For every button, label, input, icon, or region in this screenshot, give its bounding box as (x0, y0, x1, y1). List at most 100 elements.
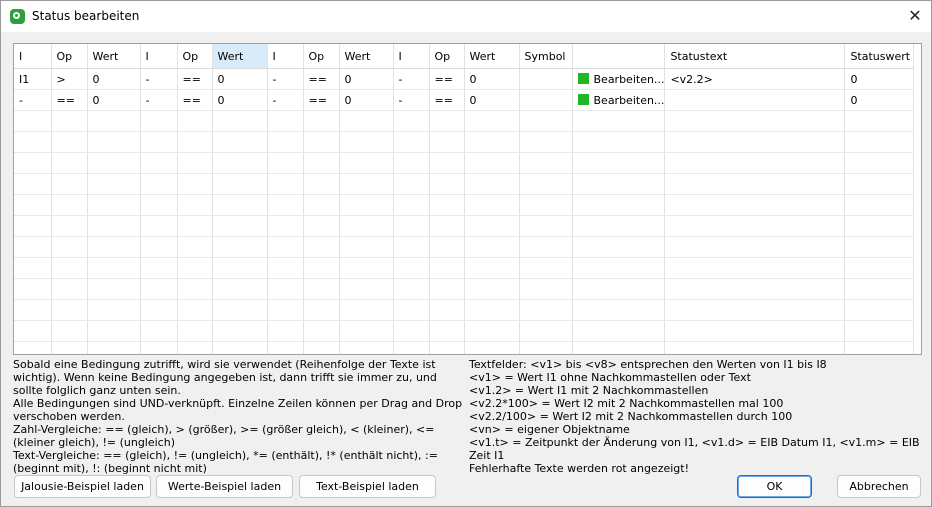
empty-cell[interactable] (140, 278, 178, 300)
empty-cell[interactable] (844, 341, 915, 354)
empty-cell[interactable] (177, 320, 213, 342)
table-cell[interactable]: 0 (464, 89, 520, 111)
empty-cell[interactable] (51, 215, 88, 237)
empty-row[interactable] (14, 173, 915, 195)
empty-cell[interactable] (51, 173, 88, 195)
empty-row[interactable] (14, 110, 915, 132)
empty-cell[interactable] (339, 278, 394, 300)
table-cell[interactable]: <v2.2> (664, 68, 846, 90)
empty-cell[interactable] (212, 278, 268, 300)
empty-cell[interactable] (572, 320, 666, 342)
empty-cell[interactable] (429, 173, 465, 195)
empty-cell[interactable] (519, 278, 573, 300)
empty-row[interactable] (14, 257, 915, 279)
empty-cell[interactable] (572, 257, 666, 279)
table-cell[interactable]: - (393, 89, 430, 111)
empty-row[interactable] (14, 215, 915, 237)
empty-cell[interactable] (572, 341, 666, 354)
empty-cell[interactable] (14, 194, 52, 216)
empty-cell[interactable] (429, 194, 465, 216)
empty-cell[interactable] (87, 131, 141, 153)
empty-cell[interactable] (212, 341, 268, 354)
empty-cell[interactable] (212, 131, 268, 153)
empty-cell[interactable] (844, 131, 915, 153)
empty-cell[interactable] (87, 152, 141, 174)
column-header[interactable]: I (14, 44, 52, 69)
empty-cell[interactable] (339, 236, 394, 258)
empty-cell[interactable] (572, 299, 666, 321)
empty-cell[interactable] (140, 320, 178, 342)
empty-cell[interactable] (572, 278, 666, 300)
empty-cell[interactable] (14, 110, 52, 132)
close-icon[interactable]: ✕ (903, 5, 927, 27)
empty-cell[interactable] (303, 236, 340, 258)
empty-row[interactable] (14, 152, 915, 174)
table-cell[interactable]: 0 (844, 68, 915, 90)
empty-cell[interactable] (51, 257, 88, 279)
table-cell[interactable]: == (429, 89, 465, 111)
empty-cell[interactable] (267, 152, 304, 174)
table-cell[interactable]: == (177, 89, 213, 111)
empty-cell[interactable] (393, 278, 430, 300)
empty-cell[interactable] (664, 320, 846, 342)
empty-cell[interactable] (303, 320, 340, 342)
empty-cell[interactable] (464, 341, 520, 354)
column-header[interactable]: Statuswert (844, 44, 915, 69)
empty-cell[interactable] (51, 299, 88, 321)
empty-cell[interactable] (177, 152, 213, 174)
empty-cell[interactable] (87, 341, 141, 354)
empty-row[interactable] (14, 341, 915, 354)
empty-cell[interactable] (664, 215, 846, 237)
empty-cell[interactable] (393, 236, 430, 258)
empty-cell[interactable] (664, 278, 846, 300)
empty-cell[interactable] (572, 152, 666, 174)
empty-cell[interactable] (464, 320, 520, 342)
column-header[interactable]: Op (429, 44, 465, 69)
empty-cell[interactable] (519, 131, 573, 153)
empty-cell[interactable] (87, 236, 141, 258)
empty-row[interactable] (14, 194, 915, 216)
empty-cell[interactable] (177, 257, 213, 279)
empty-cell[interactable] (51, 341, 88, 354)
empty-cell[interactable] (519, 152, 573, 174)
empty-cell[interactable] (429, 236, 465, 258)
empty-cell[interactable] (140, 110, 178, 132)
empty-cell[interactable] (393, 194, 430, 216)
empty-cell[interactable] (140, 131, 178, 153)
table-cell[interactable] (519, 68, 573, 90)
table-cell[interactable]: 0 (212, 89, 268, 111)
empty-cell[interactable] (87, 173, 141, 195)
empty-cell[interactable] (429, 131, 465, 153)
table-cell[interactable]: == (51, 89, 88, 111)
table-cell[interactable]: 0 (339, 89, 394, 111)
empty-cell[interactable] (267, 110, 304, 132)
empty-cell[interactable] (14, 257, 52, 279)
empty-cell[interactable] (177, 299, 213, 321)
empty-cell[interactable] (303, 194, 340, 216)
empty-cell[interactable] (519, 257, 573, 279)
empty-cell[interactable] (519, 110, 573, 132)
edit-symbol-cell[interactable]: Bearbeiten... (572, 89, 666, 111)
empty-cell[interactable] (267, 131, 304, 153)
empty-cell[interactable] (844, 215, 915, 237)
empty-cell[interactable] (212, 152, 268, 174)
column-header[interactable]: Op (303, 44, 340, 69)
table-cell[interactable]: == (177, 68, 213, 90)
empty-cell[interactable] (429, 215, 465, 237)
empty-cell[interactable] (303, 110, 340, 132)
empty-cell[interactable] (393, 320, 430, 342)
empty-cell[interactable] (339, 341, 394, 354)
empty-cell[interactable] (14, 173, 52, 195)
empty-cell[interactable] (572, 110, 666, 132)
column-header[interactable]: Wert (464, 44, 520, 69)
empty-cell[interactable] (339, 257, 394, 279)
empty-cell[interactable] (339, 173, 394, 195)
empty-cell[interactable] (844, 173, 915, 195)
empty-cell[interactable] (14, 152, 52, 174)
empty-cell[interactable] (303, 299, 340, 321)
empty-cell[interactable] (177, 110, 213, 132)
column-header[interactable]: Op (177, 44, 213, 69)
column-header[interactable] (572, 44, 666, 69)
empty-cell[interactable] (519, 215, 573, 237)
empty-cell[interactable] (429, 320, 465, 342)
